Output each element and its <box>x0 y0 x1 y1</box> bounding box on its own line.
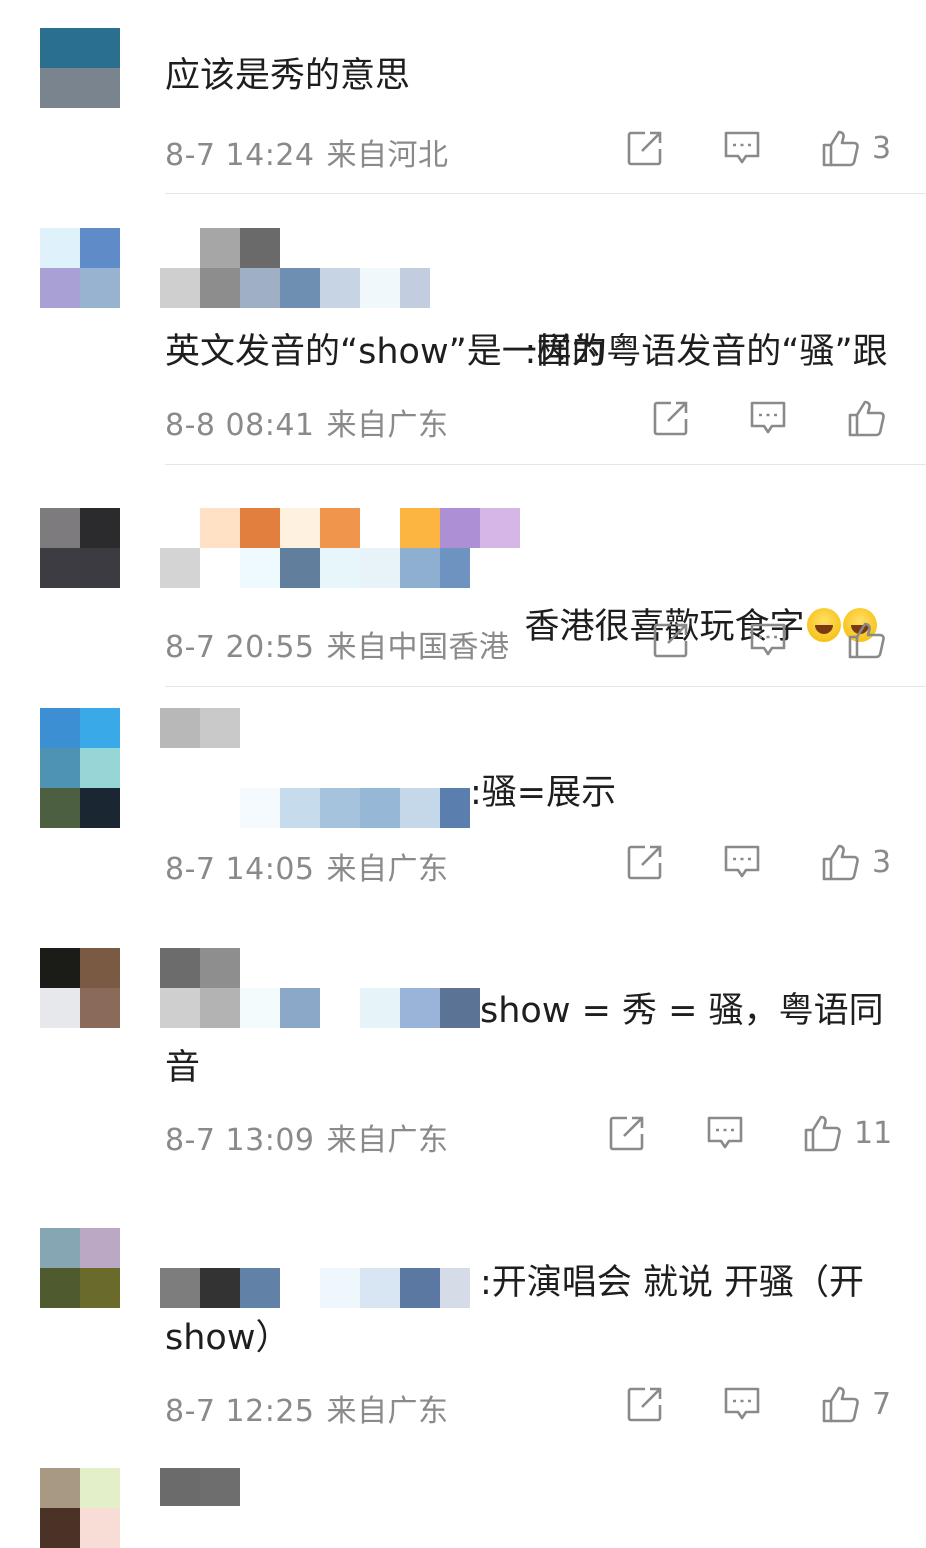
like-icon <box>802 1113 842 1153</box>
comment-text-cont: 英文发音的“show”是一样的 <box>165 332 607 372</box>
share-icon <box>625 128 665 168</box>
comment-icon <box>722 128 762 168</box>
comment-location: 来自广东 <box>326 1123 449 1158</box>
share-button[interactable] <box>651 398 691 438</box>
like-icon <box>820 128 860 168</box>
comment-text-cont: show） <box>165 1318 291 1358</box>
username-redacted[interactable] <box>160 1268 470 1308</box>
comment-meta: 8-8 08:41 来自广东 <box>165 400 449 444</box>
avatar[interactable] <box>40 28 120 108</box>
avatar[interactable] <box>40 948 120 1028</box>
comment-icon <box>722 842 762 882</box>
like-count: 3 <box>872 130 892 166</box>
divider <box>165 686 926 687</box>
like-button[interactable] <box>846 620 898 660</box>
comment-icon <box>705 1113 745 1153</box>
divider <box>165 193 926 194</box>
reply-button[interactable] <box>748 620 788 660</box>
comment-date: 8-7 12:25 <box>165 1394 315 1429</box>
share-icon <box>625 1384 665 1424</box>
reply-button[interactable] <box>705 1113 745 1153</box>
share-button[interactable] <box>625 128 665 168</box>
grin-tears-emoji <box>806 608 841 642</box>
like-button[interactable]: 11 <box>802 1113 892 1153</box>
comment-date: 8-7 14:24 <box>165 138 315 173</box>
username-redacted[interactable] <box>160 988 480 1028</box>
username-redacted[interactable] <box>240 788 470 828</box>
comment-text: show = 秀 = 骚，粤语同 <box>480 991 884 1031</box>
comment-date: 8-7 13:09 <box>165 1123 315 1158</box>
like-icon <box>846 398 886 438</box>
comment-text: 应该是秀的意思 <box>165 56 411 96</box>
like-button[interactable] <box>846 398 898 438</box>
like-icon <box>820 1384 860 1424</box>
comment-date: 8-8 08:41 <box>165 408 315 443</box>
comment-meta: 8-7 13:09 来自广东 <box>165 1115 449 1159</box>
reply-button[interactable] <box>722 1384 762 1424</box>
share-button[interactable] <box>607 1113 647 1153</box>
username-redacted[interactable] <box>160 948 240 988</box>
comment-location: 来自中国香港 <box>326 630 510 665</box>
share-icon <box>651 398 691 438</box>
comment-meta: 8-7 20:55 来自中国香港 <box>165 622 510 666</box>
comment-text-cont: 音 <box>165 1048 201 1088</box>
reply-button[interactable] <box>748 398 788 438</box>
share-icon <box>607 1113 647 1153</box>
share-button[interactable] <box>625 1384 665 1424</box>
avatar[interactable] <box>40 708 120 828</box>
avatar[interactable] <box>40 1228 120 1308</box>
comment-location: 来自河北 <box>326 138 449 173</box>
comment-icon <box>748 398 788 438</box>
avatar[interactable] <box>40 508 120 588</box>
like-button[interactable]: 3 <box>820 842 891 882</box>
username-redacted[interactable] <box>160 1468 240 1508</box>
comment-location: 来自广东 <box>326 852 449 887</box>
username-redacted[interactable] <box>200 228 280 268</box>
like-button[interactable]: 3 <box>820 128 891 168</box>
comment-meta: 8-7 14:24 来自河北 <box>165 130 449 174</box>
username-redacted[interactable] <box>160 548 470 588</box>
like-icon <box>820 842 860 882</box>
like-button[interactable]: 7 <box>820 1384 891 1424</box>
comment-meta: 8-7 12:25 来自广东 <box>165 1386 449 1430</box>
avatar[interactable] <box>40 228 120 308</box>
comment-meta: 8-7 14:05 来自广东 <box>165 844 449 888</box>
like-count: 7 <box>872 1386 892 1422</box>
share-button[interactable] <box>625 842 665 882</box>
like-count: 3 <box>872 844 892 880</box>
comment-date: 8-7 20:55 <box>165 630 315 665</box>
comment-text: :骚=展示 <box>470 773 617 813</box>
reply-button[interactable] <box>722 842 762 882</box>
comment-location: 来自广东 <box>326 1394 449 1429</box>
divider <box>165 464 926 465</box>
share-button[interactable] <box>651 620 691 660</box>
username-redacted[interactable] <box>160 268 430 308</box>
comment-icon <box>748 620 788 660</box>
username-redacted[interactable] <box>200 508 520 548</box>
like-icon <box>846 620 886 660</box>
share-icon <box>625 842 665 882</box>
comment-location: 来自广东 <box>326 408 449 443</box>
username-redacted[interactable] <box>160 708 240 748</box>
like-count: 11 <box>854 1115 893 1151</box>
comment-text: :开演唱会 就说 开骚（开 <box>480 1263 865 1303</box>
avatar[interactable] <box>40 1468 120 1548</box>
reply-button[interactable] <box>722 128 762 168</box>
comment-date: 8-7 14:05 <box>165 852 315 887</box>
comment-icon <box>722 1384 762 1424</box>
share-icon <box>651 620 691 660</box>
